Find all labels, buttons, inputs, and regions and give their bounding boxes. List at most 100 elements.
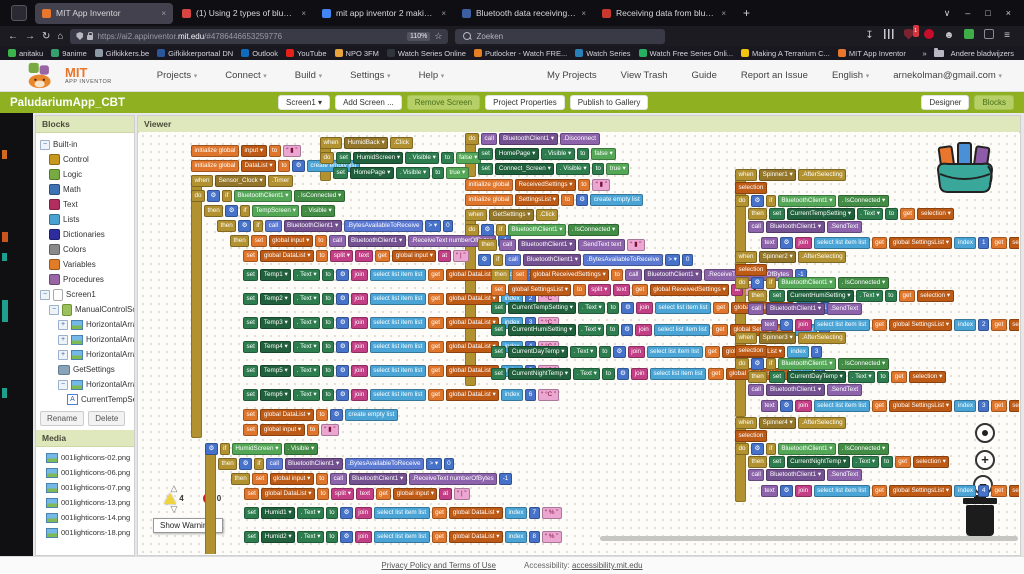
shield-icon[interactable] <box>76 32 84 40</box>
tree-item-logic[interactable]: Logic <box>36 167 134 182</box>
block-row[interactable]: call BluetoothClient1 ▾ .SendText <box>748 468 1019 481</box>
menu-icon[interactable]: ≡ <box>1004 30 1010 42</box>
project-properties-button[interactable]: Project Properties <box>485 95 565 110</box>
tree-item-currenttempsetting[interactable]: ACurrentTempSetting <box>36 392 134 407</box>
bookmark-item[interactable]: MIT App Inventor <box>837 49 906 58</box>
tree-item-dictionaries[interactable]: Dictionaries <box>36 227 134 242</box>
media-file[interactable]: 001lighticons-13.png <box>36 495 134 510</box>
tab-close-icon[interactable]: × <box>581 9 586 18</box>
block-row[interactable]: do set HumidScreen ▾. Visible ▾ to false ▾ <box>320 151 483 164</box>
search-bar[interactable]: Zoeken <box>455 28 666 44</box>
block-row[interactable]: set HomePage ▾. Visible ▾ to false ▾ <box>478 147 631 160</box>
block-row[interactable]: call BluetoothClient1 ▾ .SendText <box>748 302 1019 315</box>
block-row[interactable]: when HumidBack ▾ .Click <box>320 136 483 149</box>
zoom-level-badge[interactable]: 110% <box>406 31 431 41</box>
list-tabs-icon[interactable]: ∨ <box>944 8 951 19</box>
remove-screen-button[interactable]: Remove Screen <box>406 95 481 110</box>
bookmark-item[interactable]: 9anime <box>51 49 87 58</box>
new-tab-button[interactable]: + <box>734 6 759 20</box>
bookmark-item[interactable]: Watch Series <box>575 49 631 58</box>
block-row[interactable]: then set CurrentDayTemp ▾. Text ▾ to get sele… <box>748 370 1019 383</box>
browser-tab[interactable]: (1) Using 2 types of bluetooth c × <box>175 3 313 24</box>
collapse-icon[interactable]: − <box>40 139 50 150</box>
block-row[interactable]: do ⚙ if BluetoothClient1 ▾. IsConnected ▾ <box>735 194 1019 207</box>
account-menu[interactable]: arnekolman@gmail.com ▾ <box>893 70 1002 81</box>
block-row[interactable]: do ⚙ if BluetoothClient1 ▾. IsConnected ▾ <box>735 276 1019 289</box>
other-bookmarks-label[interactable]: Andere bladwijzers <box>951 49 1014 58</box>
bookmark-item[interactable]: Gifkikkerportaal DN <box>157 49 233 58</box>
menu-connect[interactable]: Connect ▾ <box>225 70 267 81</box>
block-row[interactable]: then set CurrentTempSetting ▾. Text ▾ to get… <box>748 207 1019 220</box>
lock-icon[interactable] <box>87 32 94 40</box>
block-row[interactable]: selection <box>735 181 1019 194</box>
header-link-my-projects[interactable]: My Projects <box>547 70 597 81</box>
when-spinner3-afterselecting[interactable]: when Spinner3 ▾ .AfterSelecting selection do… <box>735 331 1019 417</box>
addon-icon[interactable] <box>984 29 995 43</box>
block-row[interactable]: initialize global ReceivedSettings ▾ to “ ▮… <box>465 178 645 191</box>
tab-close-icon[interactable]: × <box>301 9 306 18</box>
tab-close-icon[interactable]: × <box>721 9 726 18</box>
tree-item-math[interactable]: Math <box>36 182 134 197</box>
block-row[interactable]: then ⚙ if call BluetoothClient1 ▾ .BytesAvail… <box>218 457 564 470</box>
tree-item-procedures[interactable]: Procedures <box>36 272 134 287</box>
home-icon[interactable]: ⌂ <box>57 31 63 42</box>
ublock-icon[interactable]: 1 <box>903 24 919 44</box>
block-row[interactable]: set global DataList ▾ to ⚙ create empty list <box>243 408 561 421</box>
account-icon[interactable]: ☻ <box>944 30 955 42</box>
block-row[interactable]: set global input ▾ to “ ▮ ” <box>243 423 561 436</box>
publish-to-gallery-button[interactable]: Publish to Gallery <box>569 95 649 110</box>
block-row[interactable]: call BluetoothClient1 ▾ .SendText <box>748 383 1019 396</box>
media-file[interactable]: 001lighticons-18.png <box>36 525 134 540</box>
firefox-view-button[interactable] <box>11 5 27 21</box>
block-row[interactable]: setHumid3 ▾. Text ▾to⚙joinselect list it… <box>244 550 564 554</box>
browser-tab[interactable]: mit app inventor 2 making 2 li × <box>315 3 453 24</box>
bookmark-item[interactable]: YouTube <box>286 49 327 58</box>
close-icon[interactable]: × <box>1006 8 1011 18</box>
init-globals-settings[interactable]: initialize global ReceivedSettings ▾ to “ ▮… <box>465 178 645 208</box>
header-link-view-trash[interactable]: View Trash <box>621 70 668 81</box>
media-file[interactable]: 001lighticons-14.png <box>36 510 134 525</box>
block-row[interactable]: when Spinner3 ▾ .AfterSelecting <box>735 331 1019 344</box>
tree-item-horizontalarrangemen[interactable]: + HorizontalArrangemen <box>36 332 134 347</box>
when-spinner2-afterselecting[interactable]: when Spinner2 ▾ .AfterSelecting selection do… <box>735 250 1019 336</box>
expand-icon[interactable]: + <box>58 334 68 345</box>
block-row[interactable]: ⚙ if HumidScreen ▾. Visible ▾ <box>205 442 564 455</box>
when-spinner4-afterselecting[interactable]: when Spinner4 ▾ .AfterSelecting selection do… <box>735 416 1019 502</box>
menu-settings[interactable]: Settings ▾ <box>350 70 390 81</box>
warning-up-icon[interactable]: △ <box>161 484 187 493</box>
expand-icon[interactable]: + <box>58 349 68 360</box>
blocks-button[interactable]: Blocks <box>974 95 1014 110</box>
tree-item-getsettings[interactable]: GetSettings <box>36 362 134 377</box>
tree-item-horizontalarrangemen[interactable]: − HorizontalArrangemen <box>36 377 134 392</box>
library-icon[interactable] <box>883 29 894 43</box>
block-row[interactable]: do ⚙ if BluetoothClient1 ▾. IsConnected ▾ <box>735 442 1019 455</box>
block-row[interactable]: text ⚙ join select list item list get global … <box>761 482 1019 500</box>
forward-icon[interactable]: → <box>25 31 35 42</box>
menu-projects[interactable]: Projects ▾ <box>157 70 197 81</box>
browser-tab[interactable]: MIT App Inventor × <box>35 2 173 24</box>
when-spinner1-afterselecting[interactable]: when Spinner1 ▾ .AfterSelecting selection do… <box>735 168 1019 254</box>
block-row[interactable]: set Temp6 ▾. Text ▾ to ⚙ join select list ite… <box>243 384 561 406</box>
minimize-icon[interactable]: – <box>965 8 970 18</box>
media-file[interactable]: 001lighticons-02.png <box>36 450 134 465</box>
maximize-icon[interactable]: □ <box>985 8 990 18</box>
tree-item-built-in[interactable]: − Built-in <box>36 137 134 152</box>
tree-item-screen1[interactable]: − Screen1 <box>36 287 134 302</box>
block-row[interactable]: selection <box>735 429 1019 442</box>
bookmark-star-icon[interactable]: ☆ <box>434 31 442 42</box>
block-row[interactable]: then set global input ▾ to call BluetoothClie… <box>231 472 564 485</box>
collapse-icon[interactable]: − <box>58 379 68 390</box>
block-row[interactable]: set global DataList ▾ to split ▾ text get glob… <box>244 487 564 500</box>
bookmarks-overflow-chevron[interactable]: » <box>922 49 926 58</box>
block-row[interactable]: do call BluetoothClient1 ▾ .Disconnect <box>465 132 631 145</box>
bookmark-item[interactable]: Outlook <box>241 49 278 58</box>
disconnect-block[interactable]: do call BluetoothClient1 ▾ .Disconnect set Ho… <box>465 132 631 177</box>
bookmark-item[interactable]: Watch Free Series Onli... <box>638 49 733 58</box>
adblock-icon[interactable] <box>923 29 934 43</box>
extension-icon[interactable] <box>964 29 975 43</box>
tree-item-lists[interactable]: Lists <box>36 212 134 227</box>
header-link-report-an-issue[interactable]: Report an Issue <box>741 70 808 81</box>
menu-help[interactable]: Help ▾ <box>419 70 445 81</box>
tree-item-horizontalarrangemen[interactable]: + HorizontalArrangemen <box>36 317 134 332</box>
delete-button[interactable]: Delete <box>88 411 126 426</box>
